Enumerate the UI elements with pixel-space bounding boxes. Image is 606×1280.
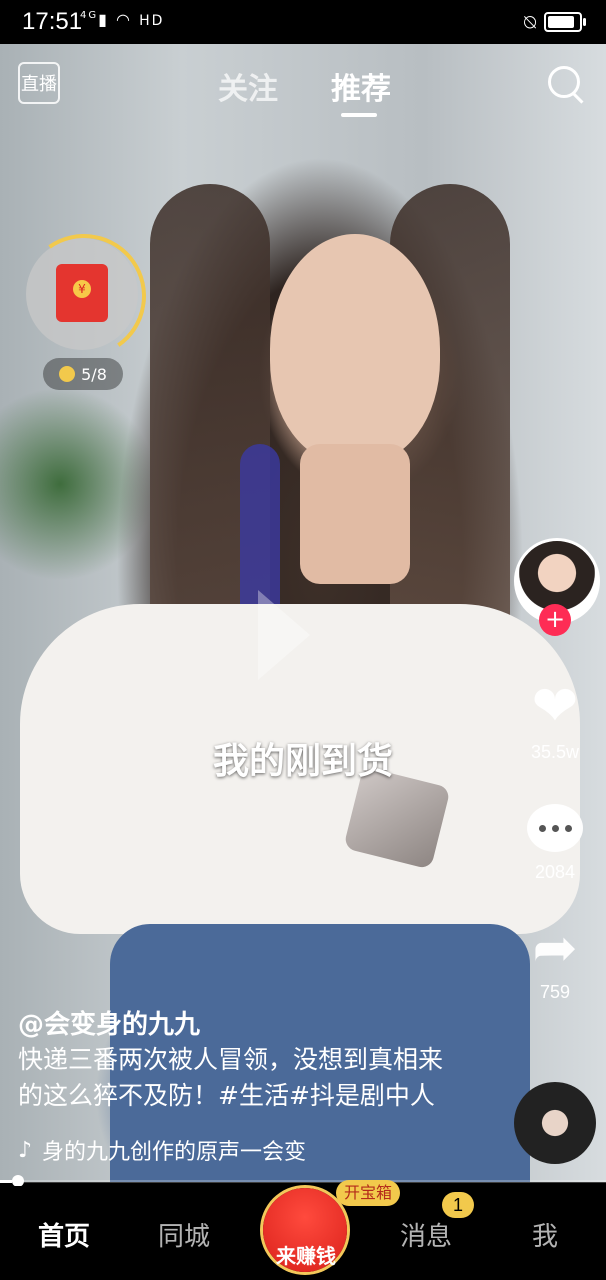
nav-me[interactable]: 我: [532, 1216, 558, 1253]
signal-icon: ▮: [98, 10, 109, 29]
video-caption: 我的刚到货: [212, 741, 393, 782]
nav-home[interactable]: 首页: [38, 1216, 90, 1253]
video-progress-fill: [0, 1180, 13, 1183]
signal-icons: 4G▮ ◠ HD: [80, 10, 164, 29]
status-bar: 17:51 4G▮ ◠ HD ⍉: [0, 0, 606, 44]
network-type: 4G: [80, 10, 99, 21]
comment-icon: [527, 804, 583, 852]
share-icon: ➦: [532, 916, 578, 979]
tab-follow[interactable]: 关注: [218, 64, 278, 108]
messages-badge: 1: [442, 1192, 474, 1218]
status-time: 17:51: [22, 8, 83, 35]
comment-count: 2084: [534, 862, 576, 882]
heart-icon: ❤: [531, 674, 579, 739]
red-packet-widget[interactable]: ¥: [12, 224, 156, 368]
coin-progress-text: 5/8: [81, 364, 107, 384]
video-frame-detail: [300, 444, 410, 584]
share-count: 759: [539, 982, 571, 1002]
comment-button[interactable]: 2084: [522, 804, 588, 883]
battery-icon: [544, 12, 586, 32]
nav-messages[interactable]: 消息: [400, 1216, 452, 1253]
search-icon[interactable]: [548, 66, 580, 98]
red-packet-icon: ¥: [56, 264, 108, 322]
like-button[interactable]: ❤ 35.5w: [522, 676, 588, 763]
video-frame-detail: [270, 234, 440, 464]
earn-money-label: 来赚钱: [276, 1244, 336, 1268]
coin-icon: [59, 366, 76, 382]
share-button[interactable]: ➦ 759: [522, 918, 588, 1003]
nav-city[interactable]: 同城: [158, 1216, 210, 1253]
like-count: 35.5w: [530, 742, 580, 762]
battery-level: [548, 16, 574, 28]
video-description[interactable]: 快递三番两次被人冒领，没想到真相来的这么猝不及防！#生活#抖是剧中人: [18, 1042, 458, 1114]
tab-recommend[interactable]: 推荐: [331, 64, 391, 108]
play-icon: [258, 590, 310, 680]
live-icon[interactable]: 直播: [18, 62, 60, 104]
music-note-icon: ♪: [18, 1137, 33, 1163]
coin-progress-badge[interactable]: 5/8: [43, 358, 123, 390]
wifi-icon: ◠: [116, 10, 132, 29]
author-name[interactable]: @会变身的九九: [18, 1004, 200, 1041]
vibrate-icon: ⍉: [524, 10, 536, 34]
yuan-coin-icon: ¥: [73, 280, 91, 298]
music-disc[interactable]: [514, 1082, 596, 1164]
video-progress-bar[interactable]: [0, 1180, 606, 1183]
music-info[interactable]: ♪ 身的九九创作的原声一会变: [18, 1134, 306, 1166]
hd-label: HD: [139, 13, 165, 29]
active-tab-indicator: [341, 113, 377, 117]
music-title: 身的九九创作的原声一会变: [42, 1140, 307, 1165]
treasure-chip[interactable]: 开宝箱: [336, 1180, 401, 1206]
follow-button[interactable]: +: [539, 604, 571, 636]
